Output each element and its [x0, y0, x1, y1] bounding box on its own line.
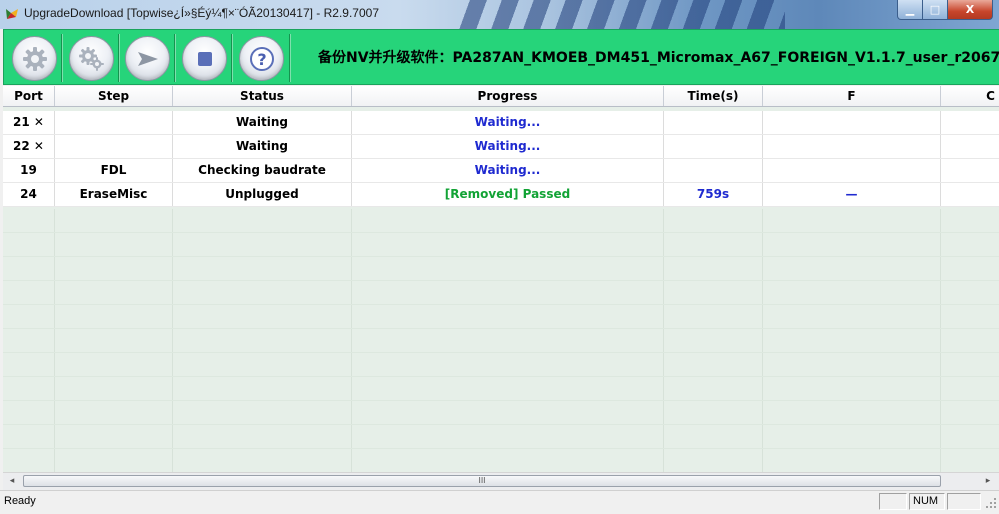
toolbar: ? 备份NV并升级软件：PA287AN_KMOEB_DM451_Micromax…	[3, 29, 999, 85]
status-text: Ready	[4, 495, 36, 507]
grid-line	[351, 209, 352, 472]
table-row[interactable]: 19 FDL Checking baudrate Waiting...	[3, 159, 999, 183]
close-icon: X	[965, 3, 975, 16]
table-header: Port Step Status Progress Time(s) F C	[3, 86, 999, 107]
table-row[interactable]: 21 ✕ Waiting Waiting...	[3, 111, 999, 135]
window-controls: ▁ □ X	[897, 0, 993, 20]
status-pane-empty	[879, 493, 907, 510]
grid-line	[3, 304, 999, 305]
app-icon	[6, 9, 18, 19]
help-button[interactable]: ?	[239, 36, 284, 81]
scroll-left-icon[interactable]: ◂	[4, 474, 20, 489]
main-window: ? 备份NV并升级软件：PA287AN_KMOEB_DM451_Micromax…	[0, 29, 999, 514]
grid-line	[3, 400, 999, 401]
progress-cell: Waiting...	[352, 135, 664, 158]
maximize-button[interactable]: □	[923, 0, 948, 20]
status-cell: Unplugged	[173, 183, 352, 206]
f-cell	[763, 159, 941, 182]
stop-button[interactable]	[182, 36, 227, 81]
scroll-right-icon[interactable]: ▸	[980, 474, 996, 489]
status-cell: Waiting	[173, 135, 352, 158]
empty-grid-area	[3, 209, 999, 472]
status-cell: Checking baudrate	[173, 159, 352, 182]
gear-icon	[22, 46, 47, 71]
progress-cell: [Removed] Passed	[352, 183, 664, 206]
time-cell: 759s	[664, 183, 763, 206]
status-cell: Waiting	[173, 111, 352, 134]
step-cell: EraseMisc	[55, 183, 173, 206]
col-header-f[interactable]: F	[763, 86, 941, 106]
grid-line	[3, 232, 999, 233]
horizontal-scrollbar[interactable]: ◂ III ▸	[3, 472, 999, 490]
col-header-c[interactable]: C	[941, 86, 999, 106]
f-cell: —	[763, 183, 941, 206]
grid-line	[663, 209, 664, 472]
title-bar-decoration	[455, 0, 785, 29]
col-header-status[interactable]: Status	[173, 86, 352, 106]
time-cell	[664, 135, 763, 158]
port-cell: 22 ✕	[3, 135, 55, 158]
port-table: Port Step Status Progress Time(s) F C 21…	[3, 86, 999, 472]
grip-icon: III	[478, 476, 486, 485]
step-cell	[55, 135, 173, 158]
help-icon: ?	[249, 46, 274, 71]
minimize-button[interactable]: ▁	[897, 0, 923, 20]
toolbar-separator	[118, 34, 120, 82]
firmware-info-text: 备份NV并升级软件：PA287AN_KMOEB_DM451_Micromax_A…	[318, 50, 999, 66]
col-header-step[interactable]: Step	[55, 86, 173, 106]
col-header-port[interactable]: Port	[3, 86, 55, 106]
f-cell	[763, 111, 941, 134]
grid-line	[762, 209, 763, 472]
progress-cell: Waiting...	[352, 111, 664, 134]
num-lock-indicator: NUM	[909, 493, 945, 510]
minimize-icon: ▁	[905, 3, 915, 16]
gears-icon	[78, 46, 104, 71]
port-cell: 19	[3, 159, 55, 182]
window-title: UpgradeDownload [Topwise¿Í»§Éý¼¶×¨ÓÃ2013…	[24, 6, 379, 20]
time-cell	[664, 159, 763, 182]
step-cell	[55, 111, 173, 134]
port-cell: 24	[3, 183, 55, 206]
col-header-progress[interactable]: Progress	[352, 86, 664, 106]
title-bar: UpgradeDownload [Topwise¿Í»§Éý¼¶×¨ÓÃ2013…	[0, 0, 999, 29]
stop-square-icon	[197, 51, 212, 66]
options-button[interactable]	[69, 36, 114, 81]
time-cell	[664, 111, 763, 134]
f-cell	[763, 135, 941, 158]
grid-line	[54, 209, 55, 472]
step-cell: FDL	[55, 159, 173, 182]
toolbar-separator	[61, 34, 63, 82]
grid-line	[3, 256, 999, 257]
grid-line	[3, 376, 999, 377]
grid-line	[3, 448, 999, 449]
grid-line	[3, 280, 999, 281]
status-pane-empty	[947, 493, 981, 510]
toolbar-separator	[289, 34, 291, 82]
help-glyph: ?	[257, 50, 266, 69]
start-button[interactable]	[125, 36, 170, 81]
progress-cell: Waiting...	[352, 159, 664, 182]
play-arrow-icon	[137, 51, 158, 66]
grid-line	[172, 209, 173, 472]
scrollbar-thumb[interactable]: III	[23, 475, 941, 487]
grid-line	[940, 209, 941, 472]
maximize-icon: □	[929, 3, 941, 16]
status-bar: Ready NUM	[0, 490, 999, 514]
toolbar-separator	[174, 34, 176, 82]
settings-button[interactable]	[12, 36, 57, 81]
resize-grip-icon[interactable]	[985, 497, 997, 509]
grid-line	[3, 328, 999, 329]
close-button[interactable]: X	[948, 0, 993, 20]
table-row[interactable]: 24 EraseMisc Unplugged [Removed] Passed …	[3, 183, 999, 207]
grid-line	[3, 424, 999, 425]
table-row[interactable]: 22 ✕ Waiting Waiting...	[3, 135, 999, 159]
toolbar-separator	[231, 34, 233, 82]
grid-line	[3, 352, 999, 353]
col-header-time[interactable]: Time(s)	[664, 86, 763, 106]
port-cell: 21 ✕	[3, 111, 55, 134]
